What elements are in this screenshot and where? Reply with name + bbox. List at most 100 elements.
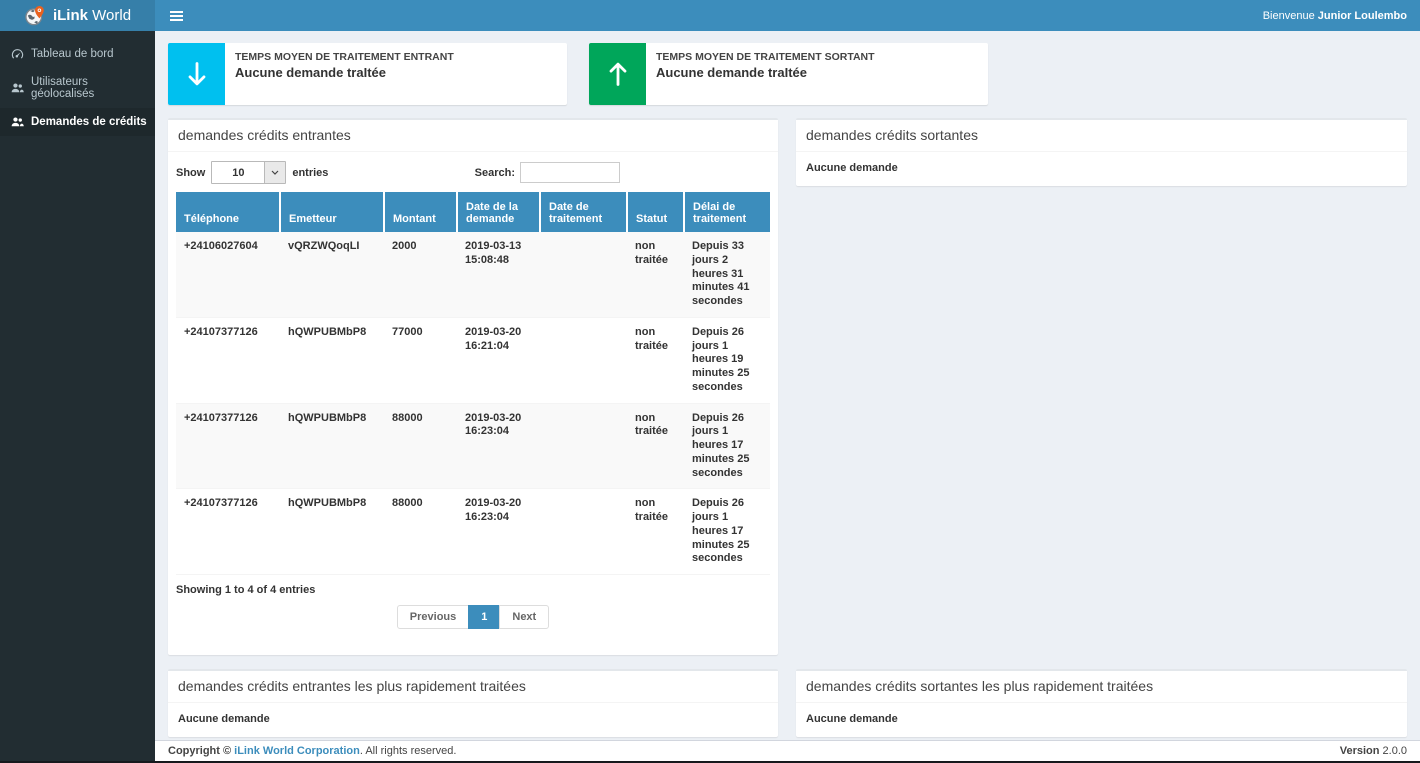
info-box-title: TEMPS MOYEN DE TRAITEMENT SORTANT: [656, 51, 875, 63]
page-1-button[interactable]: 1: [468, 605, 500, 629]
copyright-suffix: . All rights reserved.: [360, 745, 457, 757]
cell-telephone: +24107377126: [176, 489, 280, 575]
info-box-traitement-entrant: TEMPS MOYEN DE TRAITEMENT ENTRANT Aucune…: [168, 43, 567, 105]
cell-emetteur: hQWPUBMbP8: [280, 403, 384, 489]
panel-sortantes-rapidement-traitees: demandes crédits sortantes les plus rapi…: [796, 669, 1407, 737]
sidebar-item-utilisateurs-geolocalises[interactable]: Utilisateurs géolocalisés: [0, 68, 155, 108]
panel-title: demandes crédits entrantes les plus rapi…: [168, 671, 778, 703]
table-header-row: Téléphone Emetteur Montant Date de la de…: [176, 192, 770, 232]
cell-date-demande: 2019-03-13 15:08:48: [457, 232, 540, 317]
arrow-up-icon: [589, 43, 646, 105]
column-header-date-traitement[interactable]: Date de traitement: [540, 192, 627, 232]
cell-emetteur: vQRZWQoqLI: [280, 232, 384, 317]
globe-pin-logo-icon: [24, 5, 46, 27]
welcome-prefix: Bienvenue: [1263, 10, 1318, 22]
panel-title: demandes crédits sortantes: [796, 120, 1407, 152]
navbar-main: Bienvenue Junior Loulembo: [155, 0, 1420, 31]
users-icon: [11, 116, 24, 128]
search-input[interactable]: [520, 162, 620, 183]
cell-delai: Depuis 26 jours 1 heures 19 minutes 25 s…: [684, 317, 770, 403]
info-box-value: Aucune demande traItée: [656, 65, 875, 80]
cell-statut: non traitée: [627, 232, 684, 317]
brand-logo-link[interactable]: iLink World: [0, 0, 155, 31]
panel-demandes-credits-entrantes: demandes crédits entrantes Show 10: [168, 118, 778, 655]
column-header-emetteur[interactable]: Emetteur: [280, 192, 384, 232]
search-label: Search:: [475, 167, 515, 179]
cell-montant: 88000: [384, 403, 457, 489]
table-info-text: Showing 1 to 4 of 4 entries: [176, 584, 770, 596]
dashboard-icon: [11, 48, 24, 60]
cell-statut: non traitée: [627, 317, 684, 403]
cell-statut: non traitée: [627, 403, 684, 489]
panel-title: demandes crédits entrantes: [168, 120, 778, 152]
cell-delai: Depuis 33 jours 2 heures 31 minutes 41 s…: [684, 232, 770, 317]
demandes-entrantes-table: Téléphone Emetteur Montant Date de la de…: [176, 192, 770, 575]
info-box-traitement-sortant: TEMPS MOYEN DE TRAITEMENT SORTANT Aucune…: [589, 43, 988, 105]
welcome-user-name: Junior Loulembo: [1318, 10, 1407, 22]
column-header-delai[interactable]: Délai de traitement: [684, 192, 770, 232]
cell-telephone: +24107377126: [176, 403, 280, 489]
version-text: Version 2.0.0: [1340, 745, 1407, 757]
info-box-title: TEMPS MOYEN DE TRAITEMENT ENTRANT: [235, 51, 454, 63]
cell-delai: Depuis 26 jours 1 heures 17 minutes 25 s…: [684, 403, 770, 489]
column-header-date-demande[interactable]: Date de la demande: [457, 192, 540, 232]
welcome-message: Bienvenue Junior Loulembo: [1263, 10, 1407, 22]
cell-montant: 2000: [384, 232, 457, 317]
top-navbar: iLink World Bienvenue Junior Loulembo: [0, 0, 1420, 31]
cell-emetteur: hQWPUBMbP8: [280, 489, 384, 575]
cell-date-demande: 2019-03-20 16:23:04: [457, 489, 540, 575]
table-row: +24107377126 hQWPUBMbP8 77000 2019-03-20…: [176, 317, 770, 403]
cell-emetteur: hQWPUBMbP8: [280, 317, 384, 403]
cell-statut: non traitée: [627, 489, 684, 575]
cell-montant: 88000: [384, 489, 457, 575]
entries-per-page-value: 10: [212, 162, 264, 183]
chevron-down-icon: [264, 162, 285, 183]
content-area: TEMPS MOYEN DE TRAITEMENT ENTRANT Aucune…: [155, 31, 1420, 740]
column-header-montant[interactable]: Montant: [384, 192, 457, 232]
entries-per-page-select[interactable]: 10: [211, 161, 286, 184]
cell-date-demande: 2019-03-20 16:23:04: [457, 403, 540, 489]
previous-page-button[interactable]: Previous: [397, 605, 469, 629]
cell-telephone: +24107377126: [176, 317, 280, 403]
sidebar: Tableau de bord Utilisateurs géolocalisé…: [0, 31, 155, 763]
panel-title: demandes crédits sortantes les plus rapi…: [796, 671, 1407, 703]
panel-demandes-credits-sortantes: demandes crédits sortantes Aucune demand…: [796, 118, 1407, 186]
cell-date-traitement: [540, 232, 627, 317]
cell-date-demande: 2019-03-20 16:21:04: [457, 317, 540, 403]
users-icon: [11, 82, 24, 94]
copyright-prefix: Copyright ©: [168, 745, 234, 757]
brand-name: iLink World: [53, 7, 131, 24]
arrow-down-icon: [168, 43, 225, 105]
sidebar-item-demandes-de-credits[interactable]: Demandes de crédits: [0, 108, 155, 136]
app-window: iLink World Bienvenue Junior Loulembo: [0, 0, 1420, 763]
empty-state-text: Aucune demande: [796, 703, 1407, 737]
table-row: +24107377126 hQWPUBMbP8 88000 2019-03-20…: [176, 403, 770, 489]
page-footer: Copyright © iLink World Corporation. All…: [155, 740, 1420, 763]
cell-date-traitement: [540, 317, 627, 403]
empty-state-text: Aucune demande: [168, 703, 778, 737]
pagination: Previous 1 Next: [176, 605, 770, 629]
company-link[interactable]: iLink World Corporation: [234, 745, 360, 757]
table-row: +24107377126 hQWPUBMbP8 88000 2019-03-20…: [176, 489, 770, 575]
sidebar-toggle-hamburger-icon[interactable]: [168, 7, 185, 25]
cell-date-traitement: [540, 489, 627, 575]
panel-entrantes-rapidement-traitees: demandes crédits entrantes les plus rapi…: [168, 669, 778, 737]
table-length-control: Show 10 entries: [176, 161, 328, 184]
table-row: +24106027604 vQRZWQoqLI 2000 2019-03-13 …: [176, 232, 770, 317]
info-box-value: Aucune demande traItée: [235, 65, 454, 80]
next-page-button[interactable]: Next: [499, 605, 549, 629]
version-value: 2.0.0: [1383, 745, 1407, 757]
copyright-text: Copyright © iLink World Corporation. All…: [168, 745, 456, 757]
brand-name-light: World: [92, 7, 131, 24]
sidebar-item-label: Utilisateurs géolocalisés: [31, 76, 149, 100]
version-label: Version: [1340, 745, 1380, 757]
cell-montant: 77000: [384, 317, 457, 403]
brand-name-bold: iLink: [53, 7, 88, 24]
cell-date-traitement: [540, 403, 627, 489]
column-header-telephone[interactable]: Téléphone: [176, 192, 280, 232]
sidebar-item-tableau-de-bord[interactable]: Tableau de bord: [0, 40, 155, 68]
column-header-statut[interactable]: Statut: [627, 192, 684, 232]
sidebar-item-label: Tableau de bord: [31, 48, 113, 60]
show-label: Show: [176, 167, 205, 179]
cell-delai: Depuis 26 jours 1 heures 17 minutes 25 s…: [684, 489, 770, 575]
